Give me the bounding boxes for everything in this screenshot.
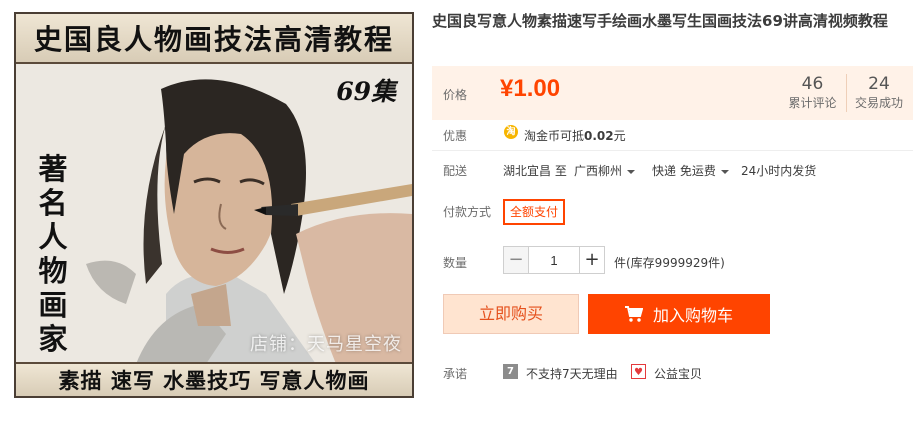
promo-text: 淘金币可抵0.02元 [524, 127, 626, 144]
taobao-coin-icon: 淘 [504, 125, 518, 139]
promo-label: 优惠 [443, 129, 468, 143]
buy-now-button[interactable]: 立即购买 [443, 294, 579, 334]
sales-count: 24 [868, 74, 890, 94]
sales-count-stat: 24 交易成功 [846, 74, 911, 112]
payment-label: 付款方式 [443, 205, 492, 219]
sales-count-label: 交易成功 [854, 96, 903, 110]
chevron-down-icon [627, 169, 636, 174]
quantity-increase-button[interactable]: + [579, 246, 605, 274]
quantity-input[interactable] [529, 246, 579, 274]
quantity-decrease-button[interactable]: − [503, 246, 529, 274]
promo-prefix: 淘金币可抵 [524, 129, 585, 143]
price-label: 价格 [443, 88, 468, 102]
divider [432, 150, 913, 151]
promo-amount: 0.02 [584, 129, 614, 143]
shipping-origin: 湖北宜昌 至 [503, 164, 567, 178]
review-count-stat[interactable]: 46 累计评论 [780, 74, 845, 112]
no-7day-return-text[interactable]: 不支持7天无理由 [526, 365, 618, 382]
shop-watermark: 店铺：天马星空夜 [250, 334, 402, 355]
full-payment-option[interactable]: 全额支付 [503, 199, 565, 225]
review-count-label: 累计评论 [788, 96, 837, 110]
chevron-down-icon [720, 169, 729, 174]
shipping-label: 配送 [443, 164, 468, 178]
add-to-cart-label: 加入购物车 [652, 306, 733, 325]
no-7day-return-icon: 7 [503, 364, 518, 379]
product-title: 史国良写意人物素描速写手绘画水墨写生国画技法69讲高清视频教程 [432, 12, 888, 30]
image-banner-title: 史国良人物画技法高清教程 [16, 14, 412, 64]
price-value: ¥1.00 [500, 75, 561, 102]
charity-heart-icon: ♥ [631, 364, 646, 379]
quantity-label: 数量 [443, 256, 468, 270]
shipping-method-value: 快递 免运费 [652, 164, 716, 178]
promo-unit: 元 [613, 129, 626, 143]
product-image[interactable]: 史国良人物画技法高清教程 69集 著名人物画家 店铺：天马星空夜 素描 速写 水… [14, 12, 414, 398]
stock-info: 件(库存9999929件) [614, 256, 725, 270]
charity-item-text[interactable]: 公益宝贝 [654, 365, 702, 382]
price-panel: 价格 ¥1.00 46 累计评论 24 交易成功 [432, 66, 913, 120]
episode-count-label: 69集 [336, 77, 396, 106]
promise-label: 承诺 [443, 367, 468, 381]
image-banner-topics: 素描 速写 水墨技巧 写意人物画 [16, 362, 412, 396]
painter-vertical-label: 著名人物画家 [38, 152, 68, 356]
add-to-cart-button[interactable]: 加入购物车 [588, 294, 770, 334]
shipping-method-select[interactable]: 快递 免运费 [652, 162, 729, 179]
destination-value: 广西柳州 [574, 164, 623, 178]
review-count: 46 [801, 74, 824, 94]
destination-select[interactable]: 广西柳州 [574, 162, 636, 179]
dispatch-time: 24小时内发货 [741, 164, 817, 178]
portrait-painting [16, 64, 412, 364]
shopping-cart-icon [624, 306, 643, 322]
quantity-stepper: − + [503, 246, 605, 274]
